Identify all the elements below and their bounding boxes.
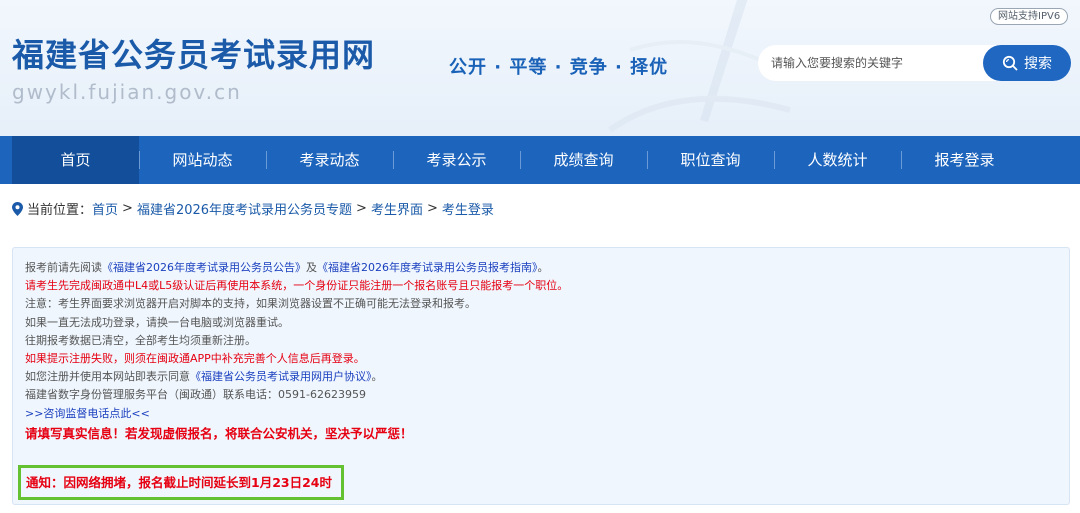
nav-item-exam-login[interactable]: 报考登录	[901, 136, 1028, 184]
main-nav: 首页 网站动态 考录动态 考录公示 成绩查询 职位查询 人数统计 报考登录	[0, 136, 1080, 184]
breadcrumb-candidate-ui[interactable]: 考生界面	[371, 199, 423, 218]
nav-item-score-query[interactable]: 成绩查询	[520, 136, 647, 184]
nav-item-position-query[interactable]: 职位查询	[647, 136, 774, 184]
notice-line-cleared: 往期报考数据已清空，全部考生均须重新注册。	[25, 333, 256, 347]
nav-item-applicant-stats[interactable]: 人数统计	[774, 136, 901, 184]
breadcrumb-topic[interactable]: 福建省2026年度考试录用公务员专题	[137, 199, 352, 218]
notice-text: 及	[306, 261, 317, 274]
breadcrumb-separator: >	[426, 201, 438, 216]
notice-panel: 报考前请先阅读《福建省2026年度考试录用公务员公告》及《福建省2026年度考试…	[12, 247, 1070, 505]
deadline-notification: 通知：因网络拥堵，报名截止时间延长到1月23日24时	[18, 465, 344, 500]
breadcrumb: 当前位置： 首页 > 福建省2026年度考试录用公务员专题 > 考生界面 > 考…	[12, 199, 494, 218]
breadcrumb-candidate-login[interactable]: 考生登录	[442, 199, 494, 218]
search-bar: 搜索	[758, 45, 1071, 81]
nav-item-exam-publicity[interactable]: 考录公示	[393, 136, 520, 184]
nav-item-exam-news[interactable]: 考录动态	[266, 136, 393, 184]
notice-text: 如您注册并使用本网站即表示同意	[25, 370, 190, 384]
notice-text: 报考前请先阅读	[25, 261, 102, 274]
slogan: 公开 · 平等 · 竞争 · 择优	[449, 57, 669, 78]
nav-item-site-news[interactable]: 网站动态	[139, 136, 266, 184]
ipv6-badge[interactable]: 网站支持IPV6	[990, 8, 1069, 25]
site-domain: gwykl.fujian.gov.cn	[12, 80, 242, 104]
search-button[interactable]: 搜索	[983, 45, 1071, 81]
fraud-warning: 请填写真实信息！若发现虚假报名，将联合公安机关，坚决予以严惩！	[25, 425, 413, 441]
nav-item-home[interactable]: 首页	[12, 136, 139, 184]
breadcrumb-prefix: 当前位置：	[27, 203, 93, 218]
site-title[interactable]: 福建省公务员考试录用网	[12, 30, 375, 76]
notice-text: 。	[537, 261, 549, 274]
notice-line-read-first: 报考前请先阅读《福建省2026年度考试录用公务员公告》及《福建省2026年度考试…	[25, 259, 568, 277]
location-pin-icon	[12, 201, 23, 216]
notice-line-agreement: 如您注册并使用本网站即表示同意《福建省公务员考试录用网用户协议》。	[25, 368, 568, 386]
guide-link[interactable]: 《福建省2026年度考试录用公务员报考指南》	[317, 261, 538, 274]
notice-line-register-fail: 如果提示注册失败，则须在闽政通APP中补充完善个人信息后再登录。	[25, 352, 365, 366]
notice-line-retry: 如果一直无法成功登录，请换一台电脑或浏览器重试。	[25, 315, 289, 329]
breadcrumb-separator: >	[122, 201, 133, 216]
search-button-label: 搜索	[1024, 56, 1052, 72]
supervision-phone-link[interactable]: >>咨询监督电话点此<<	[25, 405, 568, 423]
notice-text: 。	[371, 370, 383, 384]
search-input[interactable]	[758, 45, 982, 81]
notice-lines: 报考前请先阅读《福建省2026年度考试录用公务员公告》及《福建省2026年度考试…	[25, 259, 568, 443]
notice-line-contact: 福建省数字身份管理服务平台（闽政通）联系电话：0591-62623959	[25, 388, 366, 402]
user-agreement-link[interactable]: 《福建省公务员考试录用网用户协议》	[190, 370, 372, 383]
search-icon	[1002, 55, 1018, 71]
announcement-link[interactable]: 《福建省2026年度考试录用公务员公告》	[102, 261, 306, 274]
notice-line-browser: 注意：考生界面要求浏览器开启对脚本的支持，如果浏览器设置不正确可能无法登录和报考…	[25, 297, 476, 311]
notice-line-auth: 请考生先完成闽政通中L4或L5级认证后再使用本系统，一个身份证只能注册一个报名账…	[25, 279, 569, 293]
breadcrumb-separator: >	[356, 201, 367, 216]
breadcrumb-home[interactable]: 首页	[92, 199, 118, 218]
site-header: 福建省公务员考试录用网 gwykl.fujian.gov.cn 公开 · 平等 …	[0, 0, 1080, 136]
